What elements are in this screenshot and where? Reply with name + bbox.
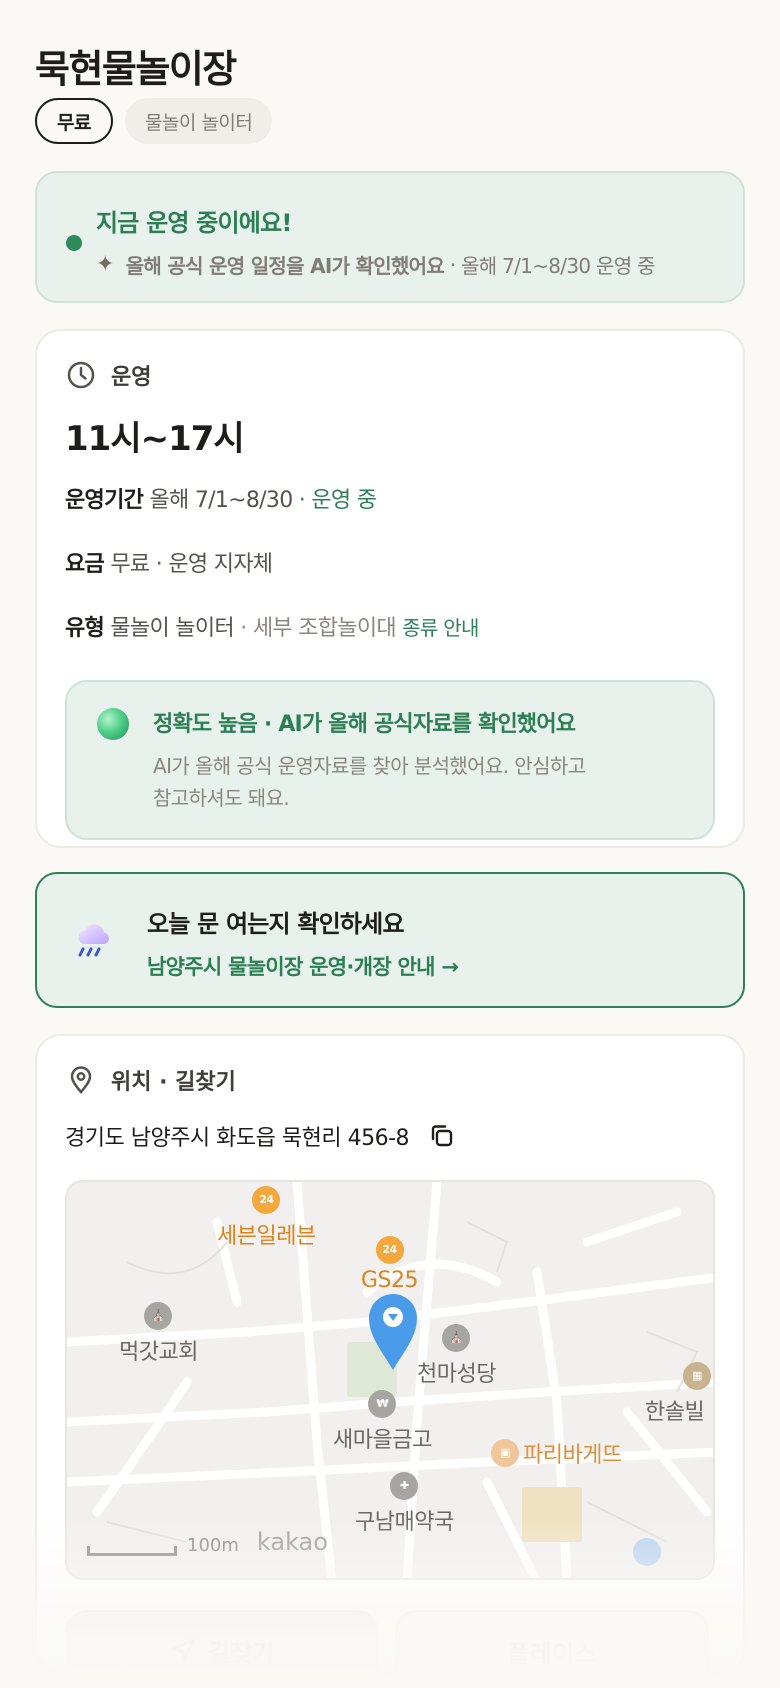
- accuracy-headline: 정확도 높음 · AI가 올해 공식자료를 확인했어요: [153, 712, 576, 737]
- convenience-store-icon: 24: [375, 1236, 404, 1264]
- map-provider-logo: kakao: [256, 1528, 328, 1556]
- convenience-store-icon: 24: [252, 1186, 281, 1214]
- accuracy-notice: 정확도 높음 · AI가 올해 공식자료를 확인했어요 AI가 올해 공식 운영…: [65, 680, 715, 840]
- accuracy-orb-icon: [97, 708, 129, 740]
- period-label: 운영기간: [65, 488, 144, 513]
- tag-chips: 무료 물놀이 놀이터: [35, 98, 745, 144]
- type-guide-link[interactable]: 종류 안내: [402, 616, 479, 640]
- poi-bank[interactable]: ₩ 새마을금고: [333, 1390, 432, 1454]
- directions-button[interactable]: 길찾기: [65, 1610, 379, 1688]
- hours-section-header: 운영: [65, 359, 715, 391]
- cathedral-icon: ⛪: [442, 1324, 471, 1352]
- status-separator: ·: [444, 252, 462, 277]
- address-row: 경기도 남양주시 화도읍 묵현리 456-8: [65, 1120, 715, 1152]
- poi-hansol[interactable]: ▦ 한솔빌: [645, 1362, 711, 1426]
- status-headline: 지금 운영 중이에요!: [96, 209, 292, 237]
- operating-hours: 11시~17시: [65, 419, 245, 459]
- poi-cathedral[interactable]: ⛪ 천마성당: [417, 1324, 496, 1388]
- accuracy-desc-line1: AI가 올해 공식 운영자료를 찾아 분석했어요. 안심하고: [153, 754, 586, 778]
- location-pin-icon: [70, 1066, 92, 1094]
- detail-page: 묵현물놀이장 무료 물놀이 놀이터 지금 운영 중이에요! ✦ 올해 공식 운영…: [0, 0, 780, 1688]
- sparkle-icon: ✦: [96, 252, 114, 277]
- poi-paris-baguette[interactable]: ▣ 파리바게뜨: [491, 1437, 622, 1469]
- period-value: 올해 7/1~8/30: [149, 488, 293, 513]
- scale-bar: [87, 1546, 177, 1556]
- cta-link[interactable]: 남양주시 물놀이장 운영·개장 안내 →: [147, 951, 743, 981]
- type-label: 유형: [65, 616, 105, 641]
- poi-church[interactable]: ⛪ 먹갓교회: [119, 1302, 198, 1366]
- page-title: 묵현물놀이장: [35, 47, 237, 91]
- navigation-arrow-icon: [171, 1638, 195, 1662]
- rain-cloud-icon: [78, 924, 109, 957]
- bank-icon: ₩: [368, 1390, 397, 1418]
- period-row: 운영기간 올해 7/1~8/30 · 운영 중: [65, 482, 715, 514]
- fee-label: 요금: [65, 552, 105, 577]
- status-period: 올해 7/1~8/30 운영 중: [461, 254, 655, 278]
- type-detail: · 세부 조합놀이대: [240, 616, 396, 641]
- address-text: 경기도 남양주시 화도읍 묵현리 456-8: [65, 1126, 410, 1151]
- location-card: 위치 · 길찾기 경기도 남양주시 화도읍 묵현리 456-8 24 세븐일레븐…: [35, 1034, 745, 1688]
- location-section-header: 위치 · 길찾기: [65, 1064, 715, 1096]
- copy-icon[interactable]: [427, 1121, 457, 1151]
- poi-seven-eleven[interactable]: 24 세븐일레븐: [217, 1186, 316, 1250]
- ai-note: 올해 공식 운영 일정을 AI가 확인했어요: [125, 254, 445, 278]
- place-button[interactable]: 플레이스: [395, 1610, 709, 1688]
- place-label: 플레이스: [507, 1639, 597, 1668]
- bakery-icon: ▣: [491, 1439, 519, 1467]
- chip-free[interactable]: 무료: [35, 98, 113, 144]
- clock-icon: [67, 361, 95, 389]
- operating-status-banner: 지금 운영 중이에요! ✦ 올해 공식 운영 일정을 AI가 확인했어요 · 올…: [35, 171, 745, 303]
- type-row: 유형 물놀이 놀이터 · 세부 조합놀이대 종류 안내: [65, 610, 715, 642]
- scale-label: 100m: [187, 1535, 239, 1556]
- check-today-banner[interactable]: 오늘 문 여는지 확인하세요 남양주시 물놀이장 운영·개장 안내 →: [35, 872, 745, 1008]
- place-marker-icon[interactable]: [367, 1292, 419, 1372]
- accuracy-description: AI가 올해 공식 운영자료를 찾아 분석했어요. 안심하고 참고하셔도 돼요.: [153, 750, 685, 814]
- poi-gs25[interactable]: 24 GS25: [361, 1236, 419, 1293]
- location-actions: 길찾기 플레이스: [65, 1610, 715, 1688]
- hours-card: 운영 11시~17시 운영기간 올해 7/1~8/30 · 운영 중 요금 무료…: [35, 329, 745, 848]
- pharmacy-icon: ✚: [390, 1472, 419, 1500]
- building-icon: ▦: [683, 1362, 711, 1390]
- church-icon: ⛪: [144, 1302, 173, 1330]
- location-map[interactable]: 24 세븐일레븐 24 GS25 ⛪ 먹갓교회 ⛪ 천마성당 ▦ 한솔빌 ₩ 새…: [65, 1180, 715, 1580]
- hours-section-title: 운영: [111, 365, 152, 390]
- location-section-title: 위치 · 길찾기: [111, 1070, 236, 1095]
- status-dot-icon: [66, 235, 82, 251]
- status-subline: ✦ 올해 공식 운영 일정을 AI가 확인했어요 · 올해 7/1~8/30 운…: [96, 250, 713, 279]
- fee-row: 요금 무료 · 운영 지자체: [65, 546, 715, 578]
- cta-headline: 오늘 문 여는지 확인하세요: [147, 910, 405, 938]
- accuracy-desc-line2: 참고하셔도 돼요.: [153, 786, 290, 810]
- map-scale: 100m kakao: [87, 1528, 328, 1556]
- chip-type[interactable]: 물놀이 놀이터: [124, 98, 273, 144]
- type-value: 물놀이 놀이터: [110, 616, 234, 641]
- fee-value: 무료 · 운영 지자체: [110, 552, 273, 577]
- period-status: · 운영 중: [298, 488, 377, 513]
- poi-pharmacy[interactable]: ✚ 구남매약국: [355, 1472, 454, 1536]
- directions-label: 길찾기: [207, 1638, 275, 1667]
